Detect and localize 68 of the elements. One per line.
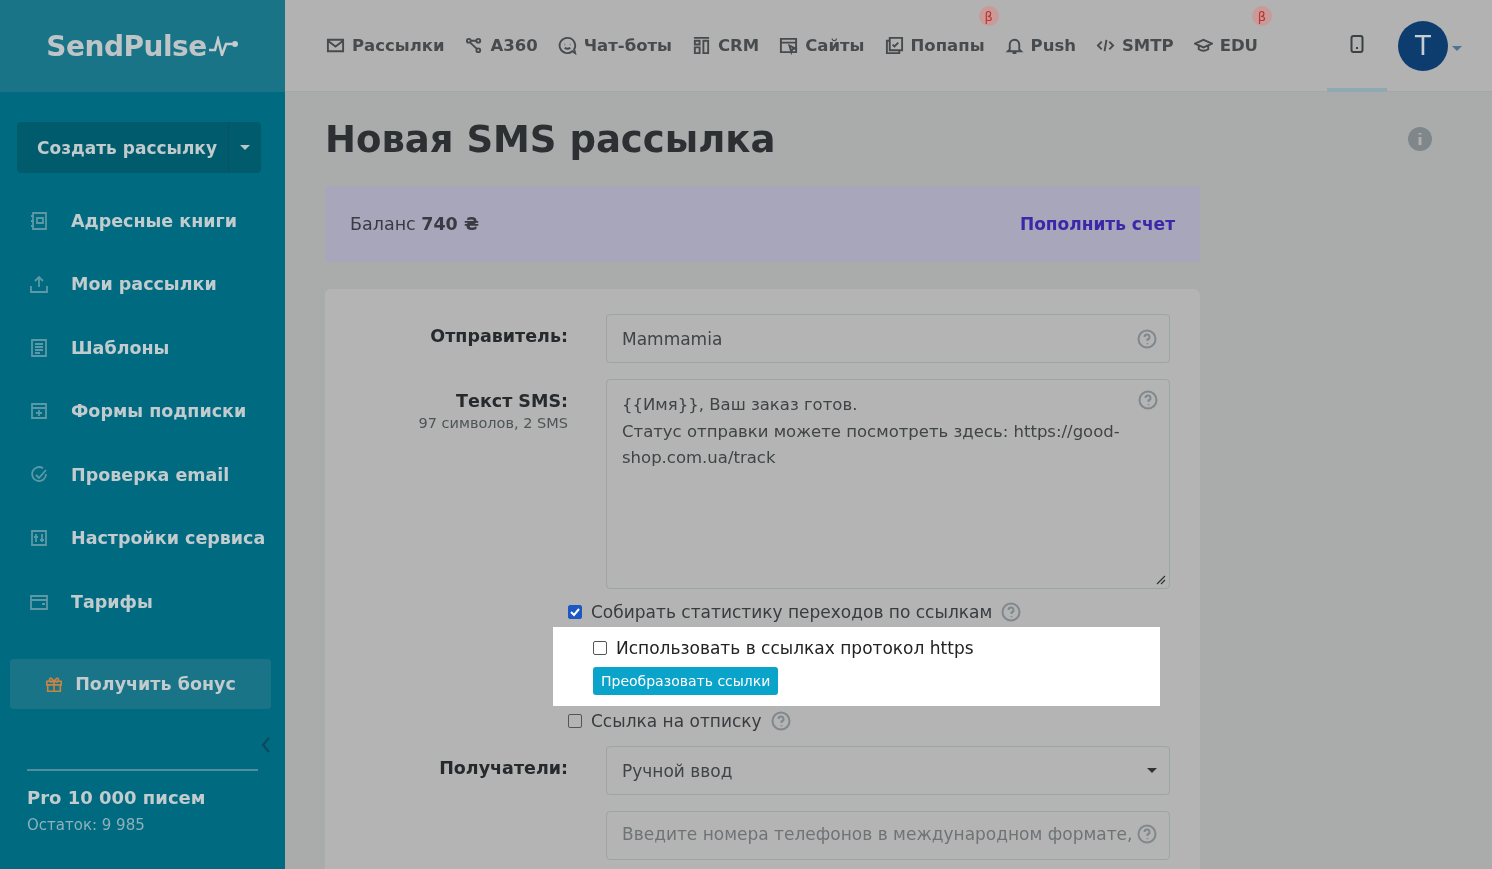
checkbox-label: Ссылка на отписку — [591, 711, 762, 731]
beta-badge: β — [1252, 6, 1272, 26]
check-icon — [29, 464, 49, 485]
phone-numbers-field[interactable]: Введите номера телефонов в международном формате, — [606, 811, 1170, 860]
bonus-button[interactable]: Получить бонус — [10, 658, 271, 709]
help-icon[interactable] — [770, 711, 791, 731]
crm-icon — [692, 36, 711, 55]
nav-item[interactable]: Рассылки — [326, 36, 445, 55]
resize-grip-icon[interactable] — [1156, 575, 1166, 585]
logo-text[interactable]: SendPulse — [46, 29, 207, 63]
popup-icon — [884, 36, 904, 55]
convert-links-button[interactable]: Преобразовать ссылки — [593, 667, 779, 695]
plan-name: Pro 10 000 писем — [27, 786, 207, 808]
nav-item[interactable]: Push — [1004, 36, 1076, 55]
field-label: Текст SMS: — [456, 391, 568, 411]
mail-icon — [326, 36, 345, 55]
nav-item[interactable]: SMTP — [1096, 36, 1174, 55]
caret-icon — [240, 144, 250, 151]
avatar[interactable]: T — [1398, 20, 1448, 71]
sidebar-item[interactable]: Настройки сервиса — [0, 506, 285, 570]
help-icon[interactable] — [1001, 602, 1022, 622]
nav-item[interactable]: CRM — [692, 36, 760, 55]
upload-icon — [29, 274, 49, 295]
caret-icon[interactable] — [1452, 45, 1462, 52]
nav-item[interactable]: A360 — [464, 36, 538, 55]
sender-field[interactable]: Mammamia — [606, 314, 1170, 363]
create-campaign-button[interactable]: Создать рассылку — [17, 122, 229, 173]
checkbox-label: Собирать статистику переходов по ссылкам — [591, 602, 993, 622]
chevron-left-icon[interactable] — [261, 736, 271, 753]
balance-text: Баланс 740 ₴ — [350, 214, 479, 234]
template-icon — [29, 337, 49, 358]
character-counter: 97 символов, 2 SMS — [418, 415, 568, 431]
info-icon[interactable] — [1408, 127, 1432, 151]
nav-item[interactable]: Сайты — [779, 36, 865, 55]
sms-text-field[interactable]: {{Имя}}, Ваш заказ готов. Статус отправки можете посмотреть здесь: https://good- shop.com.ua/track — [606, 379, 1170, 589]
bell-icon — [1004, 36, 1024, 55]
nav-item[interactable]: Чат-боты — [557, 36, 672, 55]
field-label: Получатели: — [439, 758, 568, 778]
sidebar-item[interactable]: Тарифы — [0, 570, 285, 634]
sidebar-item[interactable]: Шаблоны — [0, 316, 285, 380]
checkbox[interactable] — [568, 714, 582, 728]
help-icon[interactable] — [1137, 824, 1157, 844]
cap-icon — [1193, 36, 1213, 55]
book-icon — [29, 210, 49, 231]
field-label: Отправитель: — [430, 326, 568, 346]
caret-icon — [1147, 767, 1157, 774]
phone-icon — [1350, 34, 1364, 53]
plan-remaining: Остаток: 9 985 — [27, 815, 146, 834]
checkbox[interactable] — [593, 641, 607, 655]
checkbox-label: Использовать в ссылках протокол https — [616, 638, 974, 658]
page-title: Новая SMS рассылка — [325, 117, 776, 161]
checkbox[interactable] — [568, 605, 582, 619]
chat-icon — [557, 36, 577, 55]
help-icon[interactable] — [1137, 328, 1157, 349]
form-icon — [29, 401, 49, 422]
gift-icon — [45, 674, 64, 693]
site-icon — [779, 36, 799, 55]
nodes-icon — [464, 36, 484, 55]
sidebar-item[interactable]: Адресные книги — [0, 189, 285, 253]
beta-badge: β — [978, 6, 999, 26]
sidebar-item[interactable]: Формы подписки — [0, 379, 285, 443]
sidebar-item[interactable]: Мои рассылки — [0, 252, 285, 316]
sliders-icon — [29, 528, 49, 549]
help-icon[interactable] — [1138, 390, 1158, 410]
recipients-dropdown[interactable]: Ручной ввод — [606, 746, 1170, 795]
pulse-icon — [208, 36, 239, 56]
sidebar-item[interactable]: Проверка email — [0, 443, 285, 507]
top-up-link[interactable]: Пополнить счет — [1019, 214, 1175, 234]
